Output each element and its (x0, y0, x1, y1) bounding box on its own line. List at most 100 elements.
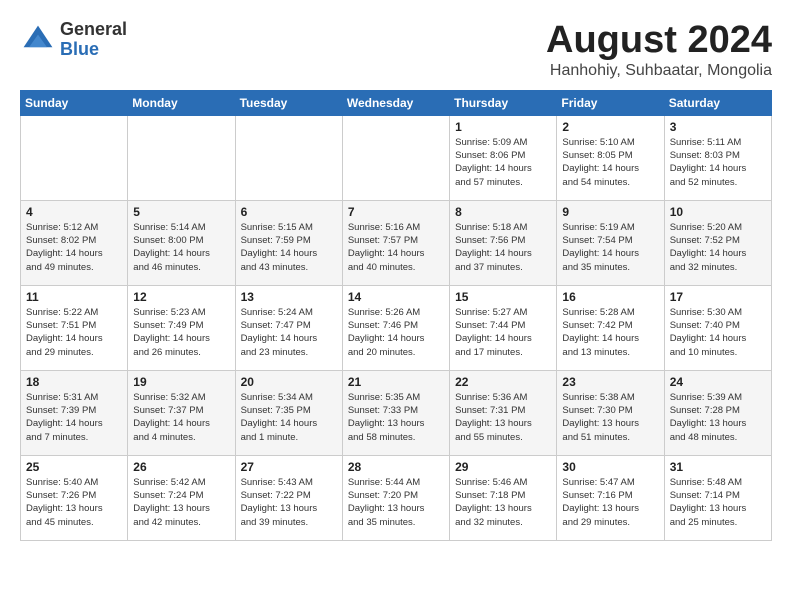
calendar-cell (342, 115, 449, 200)
day-info: Sunrise: 5:09 AM Sunset: 8:06 PM Dayligh… (455, 136, 551, 189)
calendar-cell: 9 Sunrise: 5:19 AM Sunset: 7:54 PM Daylig… (557, 200, 664, 285)
day-info: Sunrise: 5:44 AM Sunset: 7:20 PM Dayligh… (348, 476, 444, 529)
logo-icon (20, 22, 56, 58)
day-info: Sunrise: 5:16 AM Sunset: 7:57 PM Dayligh… (348, 221, 444, 274)
day-info: Sunrise: 5:39 AM Sunset: 7:28 PM Dayligh… (670, 391, 766, 444)
day-info: Sunrise: 5:19 AM Sunset: 7:54 PM Dayligh… (562, 221, 658, 274)
day-number: 11 (26, 290, 122, 304)
weekday-header-wednesday: Wednesday (342, 90, 449, 115)
calendar-cell: 3 Sunrise: 5:11 AM Sunset: 8:03 PM Daylig… (664, 115, 771, 200)
calendar-cell: 5 Sunrise: 5:14 AM Sunset: 8:00 PM Daylig… (128, 200, 235, 285)
calendar-cell: 22 Sunrise: 5:36 AM Sunset: 7:31 PM Dayli… (450, 370, 557, 455)
calendar-cell: 23 Sunrise: 5:38 AM Sunset: 7:30 PM Dayli… (557, 370, 664, 455)
calendar-cell: 14Sunrise: 5:26 AM Sunset: 7:46 PM Dayli… (342, 285, 449, 370)
calendar-cell: 25Sunrise: 5:40 AM Sunset: 7:26 PM Dayli… (21, 455, 128, 540)
day-number: 18 (26, 375, 122, 389)
calendar-cell: 26 Sunrise: 5:42 AM Sunset: 7:24 PM Dayli… (128, 455, 235, 540)
day-number: 14 (348, 290, 444, 304)
day-number: 22 (455, 375, 551, 389)
page-header: General Blue August 2024 Hanhohiy, Suhba… (20, 20, 772, 80)
day-info: Sunrise: 5:24 AM Sunset: 7:47 PM Dayligh… (241, 306, 337, 359)
weekday-header-tuesday: Tuesday (235, 90, 342, 115)
day-info: Sunrise: 5:46 AM Sunset: 7:18 PM Dayligh… (455, 476, 551, 529)
day-number: 8 (455, 205, 551, 219)
day-number: 27 (241, 460, 337, 474)
calendar-cell: 7 Sunrise: 5:16 AM Sunset: 7:57 PM Daylig… (342, 200, 449, 285)
day-info: Sunrise: 5:30 AM Sunset: 7:40 PM Dayligh… (670, 306, 766, 359)
day-number: 20 (241, 375, 337, 389)
calendar-cell: 19 Sunrise: 5:32 AM Sunset: 7:37 PM Dayli… (128, 370, 235, 455)
calendar-cell: 20Sunrise: 5:34 AM Sunset: 7:35 PM Dayli… (235, 370, 342, 455)
day-number: 3 (670, 120, 766, 134)
weekday-header-saturday: Saturday (664, 90, 771, 115)
day-number: 5 (133, 205, 229, 219)
day-info: Sunrise: 5:47 AM Sunset: 7:16 PM Dayligh… (562, 476, 658, 529)
day-number: 9 (562, 205, 658, 219)
day-info: Sunrise: 5:32 AM Sunset: 7:37 PM Dayligh… (133, 391, 229, 444)
day-info: Sunrise: 5:23 AM Sunset: 7:49 PM Dayligh… (133, 306, 229, 359)
day-info: Sunrise: 5:22 AM Sunset: 7:51 PM Dayligh… (26, 306, 122, 359)
day-number: 17 (670, 290, 766, 304)
calendar-cell: 11 Sunrise: 5:22 AM Sunset: 7:51 PM Dayli… (21, 285, 128, 370)
day-number: 13 (241, 290, 337, 304)
calendar-cell: 15Sunrise: 5:27 AM Sunset: 7:44 PM Dayli… (450, 285, 557, 370)
day-number: 12 (133, 290, 229, 304)
day-info: Sunrise: 5:35 AM Sunset: 7:33 PM Dayligh… (348, 391, 444, 444)
day-info: Sunrise: 5:38 AM Sunset: 7:30 PM Dayligh… (562, 391, 658, 444)
logo-general: General (60, 20, 127, 40)
day-info: Sunrise: 5:20 AM Sunset: 7:52 PM Dayligh… (670, 221, 766, 274)
calendar-week-row: 25Sunrise: 5:40 AM Sunset: 7:26 PM Dayli… (21, 455, 772, 540)
day-info: Sunrise: 5:15 AM Sunset: 7:59 PM Dayligh… (241, 221, 337, 274)
day-number: 31 (670, 460, 766, 474)
location-subtitle: Hanhohiy, Suhbaatar, Mongolia (546, 62, 772, 80)
calendar-week-row: 11 Sunrise: 5:22 AM Sunset: 7:51 PM Dayli… (21, 285, 772, 370)
calendar-cell: 29 Sunrise: 5:46 AM Sunset: 7:18 PM Dayli… (450, 455, 557, 540)
calendar-header-row: SundayMondayTuesdayWednesdayThursdayFrid… (21, 90, 772, 115)
day-number: 16 (562, 290, 658, 304)
calendar-cell: 31Sunrise: 5:48 AM Sunset: 7:14 PM Dayli… (664, 455, 771, 540)
weekday-header-monday: Monday (128, 90, 235, 115)
calendar-week-row: 1Sunrise: 5:09 AM Sunset: 8:06 PM Daylig… (21, 115, 772, 200)
day-number: 24 (670, 375, 766, 389)
calendar-week-row: 18 Sunrise: 5:31 AM Sunset: 7:39 PM Dayli… (21, 370, 772, 455)
day-info: Sunrise: 5:43 AM Sunset: 7:22 PM Dayligh… (241, 476, 337, 529)
calendar-cell: 21 Sunrise: 5:35 AM Sunset: 7:33 PM Dayli… (342, 370, 449, 455)
weekday-header-sunday: Sunday (21, 90, 128, 115)
day-info: Sunrise: 5:10 AM Sunset: 8:05 PM Dayligh… (562, 136, 658, 189)
calendar-week-row: 4Sunrise: 5:12 AM Sunset: 8:02 PM Daylig… (21, 200, 772, 285)
day-info: Sunrise: 5:42 AM Sunset: 7:24 PM Dayligh… (133, 476, 229, 529)
day-number: 26 (133, 460, 229, 474)
day-info: Sunrise: 5:31 AM Sunset: 7:39 PM Dayligh… (26, 391, 122, 444)
calendar-body: 1Sunrise: 5:09 AM Sunset: 8:06 PM Daylig… (21, 115, 772, 540)
day-number: 28 (348, 460, 444, 474)
day-info: Sunrise: 5:40 AM Sunset: 7:26 PM Dayligh… (26, 476, 122, 529)
calendar-cell: 17 Sunrise: 5:30 AM Sunset: 7:40 PM Dayli… (664, 285, 771, 370)
calendar-cell: 6 Sunrise: 5:15 AM Sunset: 7:59 PM Daylig… (235, 200, 342, 285)
day-number: 21 (348, 375, 444, 389)
day-number: 23 (562, 375, 658, 389)
calendar-cell: 27 Sunrise: 5:43 AM Sunset: 7:22 PM Dayli… (235, 455, 342, 540)
calendar-table: SundayMondayTuesdayWednesdayThursdayFrid… (20, 90, 772, 541)
day-number: 4 (26, 205, 122, 219)
day-number: 19 (133, 375, 229, 389)
calendar-cell: 18 Sunrise: 5:31 AM Sunset: 7:39 PM Dayli… (21, 370, 128, 455)
day-info: Sunrise: 5:27 AM Sunset: 7:44 PM Dayligh… (455, 306, 551, 359)
weekday-header-friday: Friday (557, 90, 664, 115)
day-info: Sunrise: 5:14 AM Sunset: 8:00 PM Dayligh… (133, 221, 229, 274)
calendar-cell: 13 Sunrise: 5:24 AM Sunset: 7:47 PM Dayli… (235, 285, 342, 370)
day-info: Sunrise: 5:28 AM Sunset: 7:42 PM Dayligh… (562, 306, 658, 359)
day-info: Sunrise: 5:18 AM Sunset: 7:56 PM Dayligh… (455, 221, 551, 274)
day-number: 7 (348, 205, 444, 219)
month-title: August 2024 (546, 20, 772, 62)
day-number: 6 (241, 205, 337, 219)
calendar-cell: 10Sunrise: 5:20 AM Sunset: 7:52 PM Dayli… (664, 200, 771, 285)
logo: General Blue (20, 20, 127, 60)
day-number: 29 (455, 460, 551, 474)
day-number: 30 (562, 460, 658, 474)
day-info: Sunrise: 5:36 AM Sunset: 7:31 PM Dayligh… (455, 391, 551, 444)
calendar-cell: 12 Sunrise: 5:23 AM Sunset: 7:49 PM Dayli… (128, 285, 235, 370)
day-info: Sunrise: 5:11 AM Sunset: 8:03 PM Dayligh… (670, 136, 766, 189)
calendar-cell: 8 Sunrise: 5:18 AM Sunset: 7:56 PM Daylig… (450, 200, 557, 285)
logo-blue: Blue (60, 40, 127, 60)
calendar-cell (21, 115, 128, 200)
